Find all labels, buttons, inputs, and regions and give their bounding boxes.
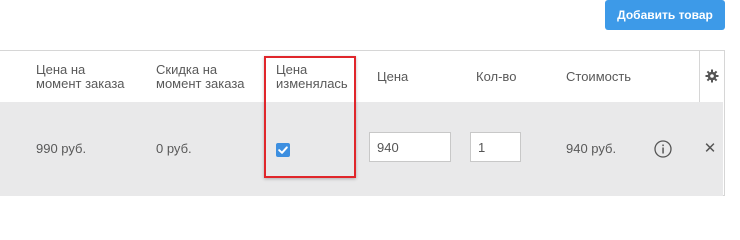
order-items-table: Цена на момент заказа Скидка на момент з… (0, 50, 725, 196)
header-discount-at-order-line1: Скидка на (156, 62, 218, 77)
cost-value: 940 руб. (566, 141, 617, 156)
discount-at-order-value: 0 руб. (156, 141, 192, 156)
table-row: 990 руб. 0 руб. 940 1 940 руб. ✕ (0, 102, 723, 196)
header-price-changed: Цена изменялась (276, 63, 348, 91)
header-cost: Стоимость (566, 69, 632, 84)
price-changed-checkbox[interactable] (276, 143, 290, 157)
price-at-order-value: 990 руб. (36, 141, 87, 156)
header-quantity: Кол-во (476, 69, 517, 84)
gear-icon[interactable] (705, 69, 719, 83)
settings-cell (699, 51, 724, 102)
header-discount-at-order-line2: момент заказа (156, 76, 245, 91)
header-price-changed-line2: изменялась (276, 76, 348, 91)
quantity-input[interactable]: 1 (470, 132, 521, 162)
price-input[interactable]: 940 (369, 132, 451, 162)
header-price-at-order-line2: момент заказа (36, 76, 125, 91)
header-price-at-order-line1: Цена на (36, 62, 86, 77)
close-icon[interactable]: ✕ (703, 141, 717, 157)
header-price: Цена (377, 69, 409, 84)
header-price-changed-line1: Цена (276, 62, 308, 77)
table-header-row: Цена на момент заказа Скидка на момент з… (0, 51, 723, 103)
info-icon[interactable] (654, 140, 672, 158)
header-discount-at-order: Скидка на момент заказа (156, 63, 245, 91)
header-price-at-order: Цена на момент заказа (36, 63, 125, 91)
checkmark-icon (278, 146, 288, 154)
add-product-button[interactable]: Добавить товар (605, 0, 725, 30)
